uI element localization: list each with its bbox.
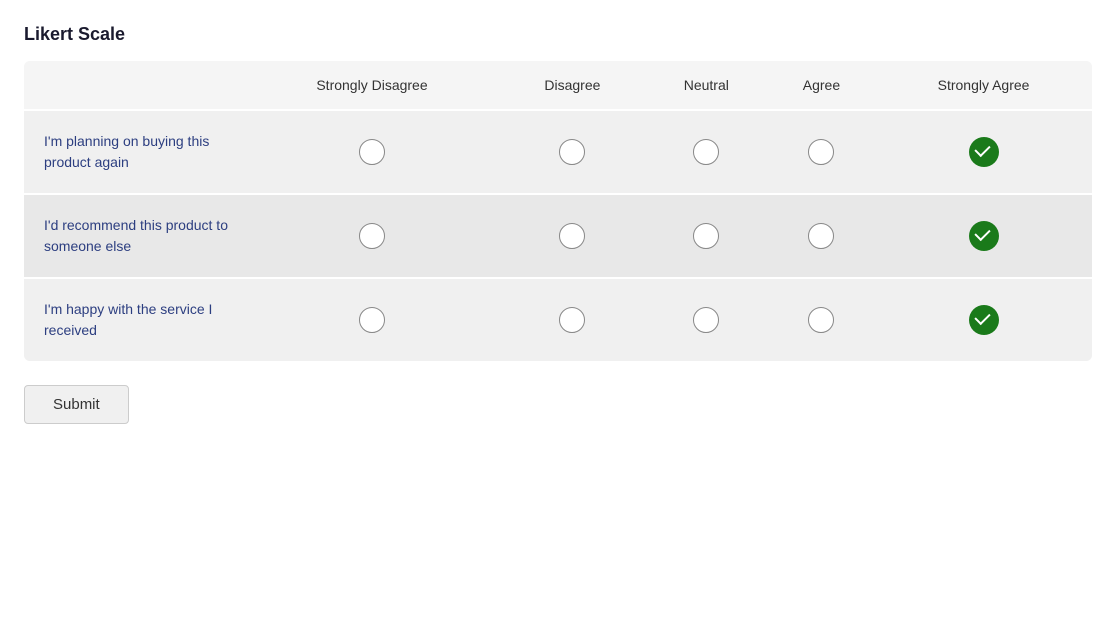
submit-button[interactable]: Submit xyxy=(24,385,129,424)
radio-unchecked-row2-strongly-disagree[interactable] xyxy=(359,307,385,333)
radio-cell-row0-col1[interactable] xyxy=(500,110,645,194)
page-title: Likert Scale xyxy=(24,24,1092,45)
radio-cell-row0-col3[interactable] xyxy=(768,110,875,194)
radio-checked-row2-strongly-agree[interactable] xyxy=(969,305,999,335)
radio-cell-row2-col3[interactable] xyxy=(768,278,875,361)
radio-unchecked-row2-neutral[interactable] xyxy=(693,307,719,333)
radio-unchecked-row1-disagree[interactable] xyxy=(559,223,585,249)
question-cell-1: I'd recommend this product to someone el… xyxy=(24,194,244,278)
radio-cell-row2-col4[interactable] xyxy=(875,278,1092,361)
radio-unchecked-row2-disagree[interactable] xyxy=(559,307,585,333)
radio-unchecked-row1-strongly-disagree[interactable] xyxy=(359,223,385,249)
radio-cell-row1-col2[interactable] xyxy=(645,194,768,278)
table-row: I'm planning on buying this product agai… xyxy=(24,110,1092,194)
col-header-strongly-disagree: Strongly Disagree xyxy=(244,61,500,110)
radio-cell-row2-col1[interactable] xyxy=(500,278,645,361)
radio-cell-row1-col4[interactable] xyxy=(875,194,1092,278)
question-cell-0: I'm planning on buying this product agai… xyxy=(24,110,244,194)
radio-cell-row1-col0[interactable] xyxy=(244,194,500,278)
col-header-strongly-agree: Strongly Agree xyxy=(875,61,1092,110)
radio-cell-row1-col3[interactable] xyxy=(768,194,875,278)
radio-unchecked-row0-strongly-disagree[interactable] xyxy=(359,139,385,165)
radio-unchecked-row0-agree[interactable] xyxy=(808,139,834,165)
radio-unchecked-row0-disagree[interactable] xyxy=(559,139,585,165)
table-row: I'd recommend this product to someone el… xyxy=(24,194,1092,278)
radio-cell-row0-col2[interactable] xyxy=(645,110,768,194)
radio-unchecked-row0-neutral[interactable] xyxy=(693,139,719,165)
radio-cell-row2-col0[interactable] xyxy=(244,278,500,361)
col-header-neutral: Neutral xyxy=(645,61,768,110)
radio-unchecked-row1-agree[interactable] xyxy=(808,223,834,249)
radio-cell-row2-col2[interactable] xyxy=(645,278,768,361)
likert-table: Strongly Disagree Disagree Neutral Agree… xyxy=(24,61,1092,361)
col-header-question xyxy=(24,61,244,110)
col-header-agree: Agree xyxy=(768,61,875,110)
radio-checked-row0-strongly-agree[interactable] xyxy=(969,137,999,167)
radio-cell-row0-col4[interactable] xyxy=(875,110,1092,194)
radio-cell-row1-col1[interactable] xyxy=(500,194,645,278)
radio-unchecked-row1-neutral[interactable] xyxy=(693,223,719,249)
table-row: I'm happy with the service I received xyxy=(24,278,1092,361)
radio-checked-row1-strongly-agree[interactable] xyxy=(969,221,999,251)
radio-cell-row0-col0[interactable] xyxy=(244,110,500,194)
col-header-disagree: Disagree xyxy=(500,61,645,110)
question-cell-2: I'm happy with the service I received xyxy=(24,278,244,361)
radio-unchecked-row2-agree[interactable] xyxy=(808,307,834,333)
